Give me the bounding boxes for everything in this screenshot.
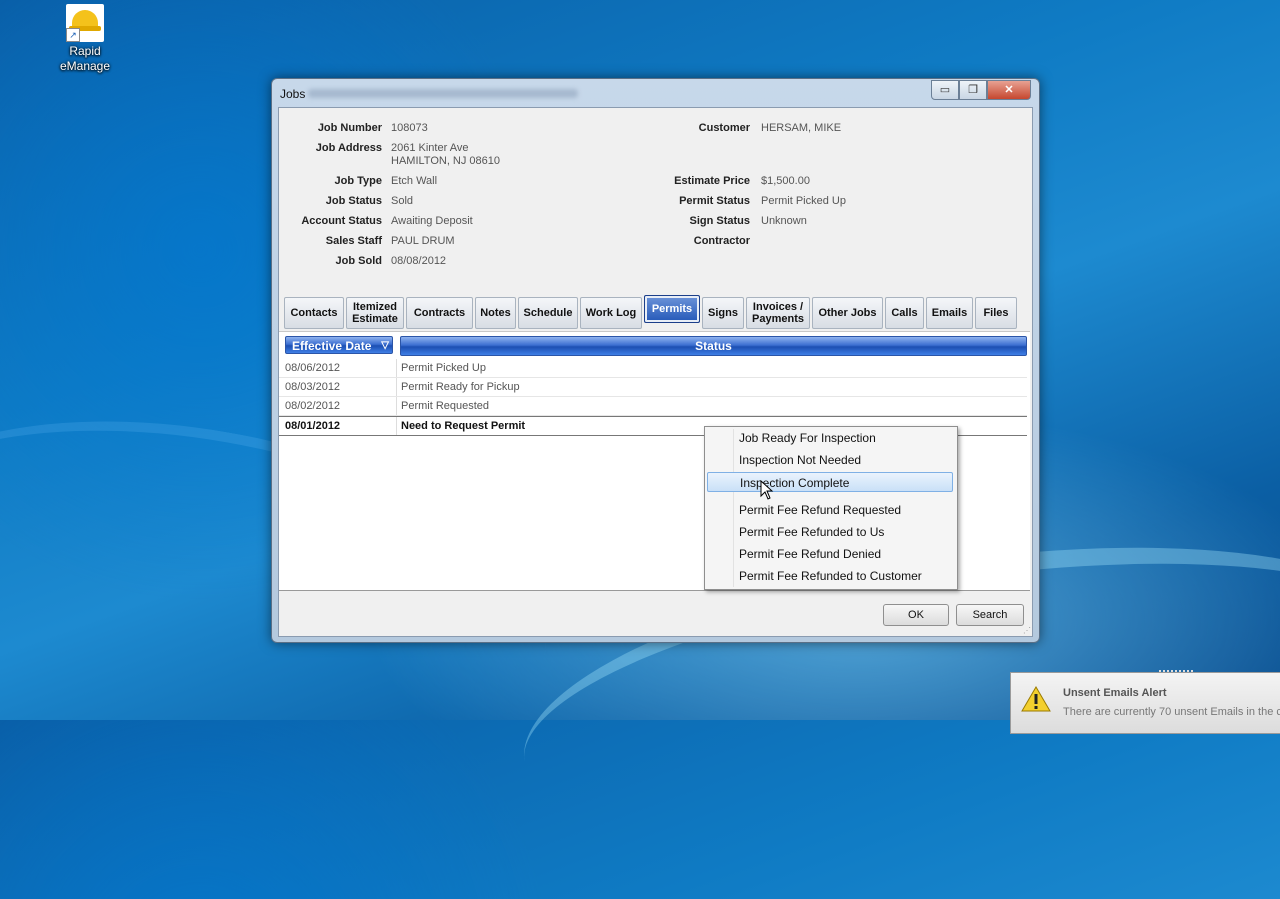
tab-permits[interactable]: Permits (644, 295, 700, 323)
customer-value: HERSAM, MIKE (761, 122, 842, 134)
hardhat-icon: ↗ (66, 4, 104, 42)
job-address-line2: HAMILTON, NJ 08610 (391, 155, 501, 167)
tab-files[interactable]: Files (975, 297, 1017, 329)
sign-status-label: Sign Status (689, 215, 750, 227)
row-status: Permit Ready for Pickup (401, 381, 520, 393)
redacted-title-text (308, 89, 578, 98)
maximize-button[interactable]: ❐ (959, 80, 987, 100)
status-context-menu: Job Ready For Inspection Inspection Not … (704, 426, 958, 590)
notification-body: There are currently 70 unsent Emails in … (1063, 706, 1280, 718)
permit-status-label: Permit Status (679, 195, 750, 207)
tab-calls[interactable]: Calls (885, 297, 924, 329)
tab-emails[interactable]: Emails (926, 297, 973, 329)
notification-title: Unsent Emails Alert (1063, 687, 1167, 699)
title-bar[interactable]: Jobs ▭ ❐ ✕ (272, 79, 1039, 107)
tab-signs[interactable]: Signs (702, 297, 744, 329)
desktop-icon-label: Rapid eManage (59, 44, 111, 73)
estimate-price-value: $1,500.00 (761, 175, 810, 187)
menu-item-inspection-complete[interactable]: Inspection Complete (707, 472, 953, 492)
desktop-shortcut-rapid-emanage[interactable]: ↗ Rapid eManage (52, 4, 118, 74)
row-status: Permit Picked Up (401, 362, 486, 374)
tab-itemized-estimate[interactable]: Itemized Estimate (346, 297, 404, 329)
sign-status-value: Unknown (761, 215, 807, 227)
tab-other-jobs[interactable]: Other Jobs (812, 297, 883, 329)
warning-icon (1021, 686, 1051, 712)
menu-item-job-ready-for-inspection[interactable]: Job Ready For Inspection (707, 428, 953, 448)
account-status-label: Account Status (301, 215, 382, 227)
tab-work-log[interactable]: Work Log (580, 297, 642, 329)
job-status-label: Job Status (325, 195, 382, 207)
job-address-label: Job Address (315, 142, 382, 154)
close-button[interactable]: ✕ (987, 80, 1031, 100)
menu-item-permit-fee-refunded-to-us[interactable]: Permit Fee Refunded to Us (707, 522, 953, 542)
tab-notes[interactable]: Notes (475, 297, 516, 329)
job-number-label: Job Number (317, 122, 382, 134)
sort-indicator-icon: ▽ (381, 340, 389, 351)
menu-item-permit-fee-refunded-to-customer[interactable]: Permit Fee Refunded to Customer (707, 566, 953, 586)
job-sold-value: 08/08/2012 (391, 255, 447, 267)
tab-schedule[interactable]: Schedule (518, 297, 578, 329)
row-status: Need to Request Permit (401, 420, 526, 432)
permit-status-value: Permit Picked Up (761, 195, 846, 207)
row-date: 08/01/2012 (285, 420, 341, 432)
job-sold-label: Job Sold (335, 255, 382, 267)
search-button[interactable]: Search (956, 604, 1024, 626)
row-status: Permit Requested (401, 400, 490, 412)
job-number-value: 108073 (391, 122, 428, 134)
menu-item-permit-fee-refund-requested[interactable]: Permit Fee Refund Requested (707, 500, 953, 520)
table-row[interactable]: 08/06/2012 Permit Picked Up (279, 359, 1027, 378)
account-status-value: Awaiting Deposit (391, 215, 473, 227)
contractor-label: Contractor (693, 235, 750, 247)
job-tabs: Contacts Itemized Estimate Contracts Note… (284, 295, 1019, 329)
menu-item-inspection-not-needed[interactable]: Inspection Not Needed (707, 450, 953, 470)
minimize-button[interactable]: ▭ (931, 80, 959, 100)
row-date: 08/02/2012 (285, 400, 341, 412)
shortcut-arrow-icon: ↗ (66, 28, 80, 42)
mouse-pointer-icon (760, 480, 774, 500)
table-row[interactable]: 08/03/2012 Permit Ready for Pickup (279, 378, 1027, 397)
row-date: 08/06/2012 (285, 362, 341, 374)
estimate-price-label: Estimate Price (674, 175, 750, 187)
window-title: Jobs (280, 87, 306, 101)
column-header-effective-date[interactable]: Effective Date ▽ (285, 336, 393, 354)
ok-button[interactable]: OK (883, 604, 949, 626)
job-type-value: Etch Wall (391, 175, 438, 187)
tab-invoices-payments[interactable]: Invoices / Payments (746, 297, 810, 329)
sales-staff-label: Sales Staff (325, 235, 382, 247)
menu-item-permit-fee-refund-denied[interactable]: Permit Fee Refund Denied (707, 544, 953, 564)
job-status-value: Sold (391, 195, 414, 207)
notification-grip (1159, 670, 1193, 675)
job-address-line1: 2061 Kinter Ave (391, 142, 469, 154)
sales-staff-value: PAUL DRUM (391, 235, 455, 247)
tab-contacts[interactable]: Contacts (284, 297, 344, 329)
column-header-status[interactable]: Status (400, 336, 1027, 356)
customer-label: Customer (698, 122, 750, 134)
unsent-emails-notification[interactable]: Unsent Emails Alert There are currently … (1010, 670, 1280, 734)
row-date: 08/03/2012 (285, 381, 341, 393)
tab-contracts[interactable]: Contracts (406, 297, 473, 329)
table-row[interactable]: 08/02/2012 Permit Requested (279, 397, 1027, 416)
job-type-label: Job Type (334, 175, 382, 187)
resize-grip-icon[interactable]: ⋰ (1023, 627, 1031, 635)
